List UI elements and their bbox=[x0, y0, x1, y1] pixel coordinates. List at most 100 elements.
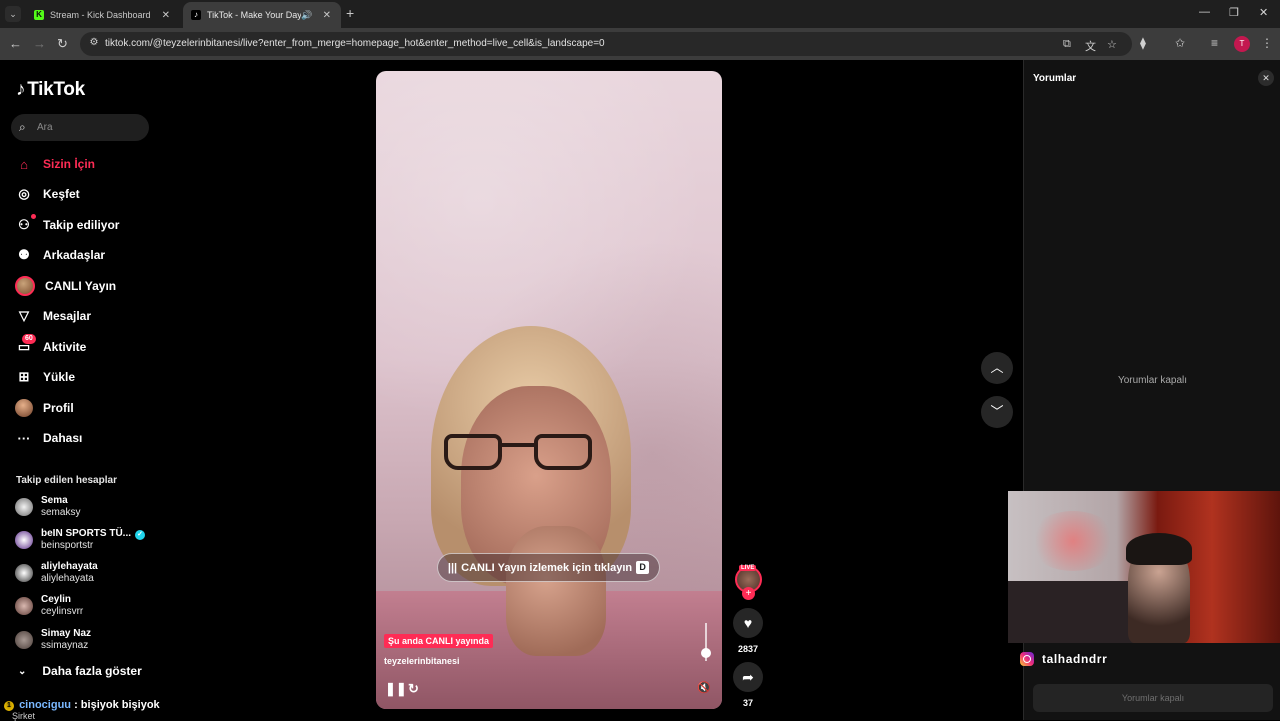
show-more-label: Daha fazla göster bbox=[42, 664, 142, 678]
live-video-player[interactable]: ||| CANLI Yayın izlemek için tıklayın D … bbox=[376, 71, 722, 709]
next-video-chevron-down-icon[interactable]: ﹀ bbox=[981, 396, 1013, 428]
tiktok-favicon-icon: ♪ bbox=[191, 10, 201, 20]
translate-icon[interactable]: 文 bbox=[1085, 38, 1096, 54]
avatar bbox=[15, 498, 33, 516]
sidebar-item-more[interactable]: ··· Dahası bbox=[15, 427, 83, 449]
sidebar-item-label: Yükle bbox=[43, 370, 76, 384]
menu-icon[interactable]: ⋮ bbox=[1261, 36, 1273, 50]
live-bars-icon: ||| bbox=[447, 561, 458, 574]
followed-account[interactable]: Ceylin ceylinsvrr bbox=[15, 593, 83, 619]
tiktok-logo[interactable]: ♪ TikTok bbox=[16, 79, 85, 101]
forward-icon[interactable]: → bbox=[33, 36, 46, 52]
mute-icon[interactable]: 🔇 bbox=[697, 681, 711, 694]
tab-close-icon[interactable]: ✕ bbox=[162, 10, 170, 21]
tiktok-note-icon: ♪ bbox=[16, 79, 26, 100]
following-icon: ⚇ bbox=[15, 214, 36, 234]
account-name: aliylehayata bbox=[41, 561, 98, 572]
sidebar-item-profile[interactable]: Profil bbox=[15, 397, 74, 419]
activity-badge: 60 bbox=[22, 334, 36, 344]
show-more-button[interactable]: ⌄ Daha fazla göster bbox=[18, 664, 142, 678]
video-glasses-lens bbox=[444, 434, 502, 470]
previous-video-chevron-up-icon[interactable]: ︿ bbox=[981, 352, 1013, 384]
bookmarks-icon[interactable]: ✩ bbox=[1175, 36, 1185, 50]
bookmark-star-icon[interactable]: ☆ bbox=[1107, 38, 1117, 51]
followed-account[interactable]: aliylehayata aliylehayata bbox=[15, 560, 98, 586]
avatar bbox=[15, 597, 33, 615]
followed-account[interactable]: Simay Naz ssimaynaz bbox=[15, 627, 91, 653]
comments-title: Yorumlar bbox=[1033, 73, 1077, 84]
share-icon[interactable]: ➦ bbox=[733, 662, 763, 692]
watch-live-label: CANLI Yayın izlemek için tıklayın bbox=[461, 561, 633, 574]
sidebar-item-label: Mesajlar bbox=[43, 309, 92, 323]
more-icon: ··· bbox=[17, 430, 31, 446]
account-name-text: beIN SPORTS TÜ... bbox=[41, 528, 132, 539]
pause-icon[interactable]: ❚❚ bbox=[385, 681, 407, 697]
account-username: ceylinsvrr bbox=[41, 606, 84, 617]
watch-live-button[interactable]: ||| CANLI Yayın izlemek için tıklayın D bbox=[437, 553, 660, 582]
account-name: beIN SPORTS TÜ... ✓ bbox=[41, 528, 146, 540]
sidebar-item-for-you[interactable]: ⌂ Sizin İçin bbox=[15, 153, 95, 175]
profile-avatar[interactable]: T bbox=[1234, 36, 1250, 52]
verified-badge-icon: ✓ bbox=[135, 530, 146, 540]
live-now-badge: Şu anda CANLI yayında bbox=[384, 634, 494, 648]
sidebar-item-explore[interactable]: ◎ Keşfet bbox=[15, 183, 79, 205]
sidebar-item-live[interactable]: CANLI Yayın bbox=[15, 275, 116, 297]
sidebar-item-upload[interactable]: ⊞ Yükle bbox=[15, 366, 75, 388]
avatar bbox=[15, 564, 33, 582]
back-icon[interactable]: ← bbox=[9, 36, 22, 52]
url-text[interactable]: tiktok.com/@teyzelerinbitanesi/live?ente… bbox=[105, 38, 605, 49]
followed-account[interactable]: Sema semaksy bbox=[15, 494, 80, 520]
address-bar[interactable]: ⚙ tiktok.com/@teyzelerinbitanesi/live?en… bbox=[80, 32, 1132, 56]
keyboard-shortcut-key: D bbox=[636, 561, 650, 574]
follow-plus-icon[interactable]: + bbox=[742, 587, 755, 600]
friends-icon: ⚉ bbox=[18, 247, 30, 262]
install-app-icon[interactable]: ⧉ bbox=[1063, 38, 1071, 51]
tab-search-button[interactable]: ⌄ bbox=[5, 6, 21, 22]
account-username: beinsportstr bbox=[41, 540, 94, 551]
video-subject-hand bbox=[506, 526, 606, 656]
following-heading: Takip edilen hesaplar bbox=[16, 475, 117, 486]
comment-input: Yorumlar kapalı bbox=[1033, 684, 1273, 712]
webcam-led-light bbox=[1028, 511, 1118, 571]
extensions-icon[interactable]: ⧫ bbox=[1140, 36, 1146, 50]
sidebar: ♪ TikTok ⌕ Ara ⌂ Sizin İçin ◎ Keşfet ⚇ T… bbox=[0, 60, 160, 720]
instagram-handle-text: talhadndrr bbox=[1042, 652, 1108, 666]
sidebar-item-activity[interactable]: ▭ 60 Aktivite bbox=[15, 334, 86, 358]
audio-playing-icon[interactable]: 🔊 bbox=[301, 10, 312, 21]
account-username: aliylehayata bbox=[41, 573, 94, 584]
creator-name[interactable]: teyzelerinbitanesi bbox=[384, 656, 460, 666]
site-info-icon[interactable]: ⚙ bbox=[87, 37, 101, 51]
sidebar-item-messages[interactable]: ▽ Mesajlar bbox=[15, 305, 91, 327]
share-count: 37 bbox=[742, 698, 753, 708]
search-input[interactable]: ⌕ Ara bbox=[11, 114, 149, 141]
new-tab-button[interactable]: + bbox=[346, 6, 354, 20]
tab-tiktok[interactable]: ♪ TikTok - Make Your Day 🔊 ✕ bbox=[183, 2, 341, 28]
send-icon: ▽ bbox=[19, 308, 29, 323]
sidebar-item-label: Sizin İçin bbox=[43, 157, 96, 171]
sidebar-item-following[interactable]: ⚇ Takip ediliyor bbox=[15, 214, 119, 236]
minimize-icon[interactable]: — bbox=[1199, 6, 1210, 18]
sidebar-item-label: CANLI Yayın bbox=[45, 279, 117, 293]
close-window-icon[interactable]: ✕ bbox=[1259, 6, 1268, 19]
tab-kick-dashboard[interactable]: K Stream - Kick Dashboard ✕ bbox=[26, 2, 180, 28]
like-heart-icon[interactable]: ♥ bbox=[733, 608, 763, 638]
like-count: 2837 bbox=[737, 644, 759, 654]
restore-icon[interactable]: ❐ bbox=[1229, 6, 1239, 19]
account-name: Ceylin bbox=[41, 594, 72, 605]
tab-title: TikTok - Make Your Day bbox=[207, 10, 302, 20]
webcam-streamer-hair bbox=[1126, 533, 1192, 565]
browser-tab-bar: ⌄ K Stream - Kick Dashboard ✕ ♪ TikTok -… bbox=[0, 0, 1280, 28]
refresh-icon[interactable]: ↻ bbox=[408, 681, 419, 697]
sidebar-item-friends[interactable]: ⚉ Arkadaşlar bbox=[15, 244, 105, 266]
webcam-overlay bbox=[1008, 491, 1280, 643]
live-avatar-icon bbox=[15, 276, 35, 296]
followed-account[interactable]: beIN SPORTS TÜ... ✓ beinsportstr bbox=[15, 527, 146, 553]
video-glasses-lens bbox=[534, 434, 592, 470]
media-controls-icon[interactable]: ≡ bbox=[1211, 36, 1218, 50]
tab-close-icon[interactable]: ✕ bbox=[323, 10, 331, 21]
search-placeholder: Ara bbox=[37, 122, 53, 133]
brand-name: TikTok bbox=[27, 79, 85, 100]
reload-icon[interactable]: ↻ bbox=[57, 36, 68, 52]
instagram-handle: talhadndrr bbox=[1020, 652, 1107, 666]
close-icon[interactable]: ✕ bbox=[1258, 70, 1274, 86]
